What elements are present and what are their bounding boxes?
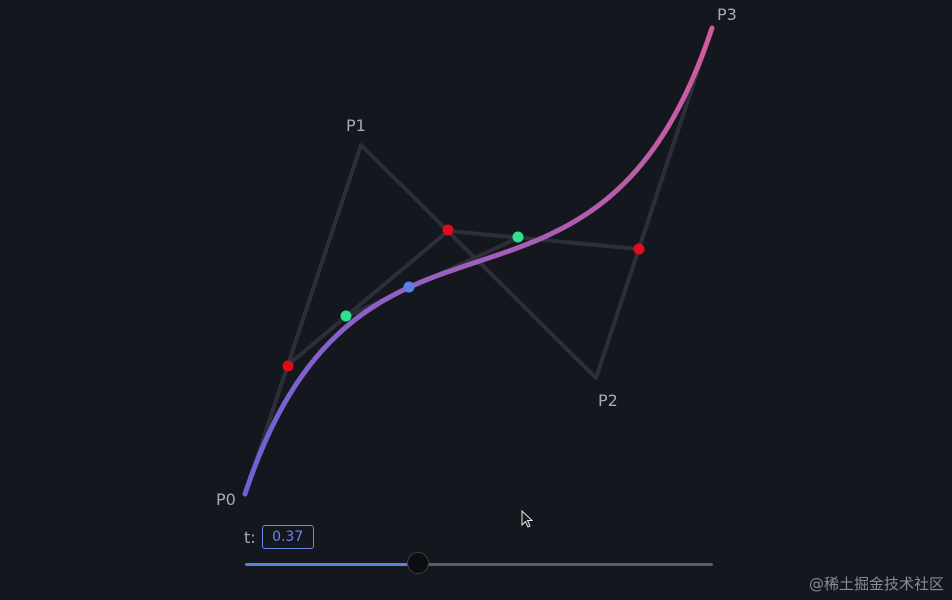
level1-point-a	[282, 360, 294, 372]
level1-segments	[286, 229, 641, 367]
level1-point-c	[633, 243, 645, 255]
slider-fill	[245, 563, 418, 566]
label-p2: P2	[598, 391, 618, 410]
bezier-canvas: P0 P1 P2 P3	[216, 5, 737, 509]
curve-point	[403, 281, 415, 293]
bezier-curve	[242, 25, 715, 497]
level2-point-a	[340, 310, 352, 322]
label-p0: P0	[216, 490, 236, 509]
slider-thumb[interactable]	[407, 552, 429, 574]
t-value-box[interactable]: 0.37	[261, 525, 314, 549]
t-slider[interactable]	[245, 552, 713, 576]
label-p3: P3	[717, 5, 737, 24]
t-label: t:	[244, 527, 256, 547]
level2-point-b	[512, 231, 524, 243]
bezier-demo: P0 P1 P2 P3 t: 0.37 @稀土掘金技术社区	[0, 0, 952, 600]
level1-point-b	[442, 224, 454, 236]
t-control-row: t: 0.37	[244, 525, 314, 549]
watermark: @稀土掘金技术社区	[808, 575, 944, 593]
mouse-pointer-icon	[521, 510, 533, 528]
label-p1: P1	[346, 116, 366, 135]
